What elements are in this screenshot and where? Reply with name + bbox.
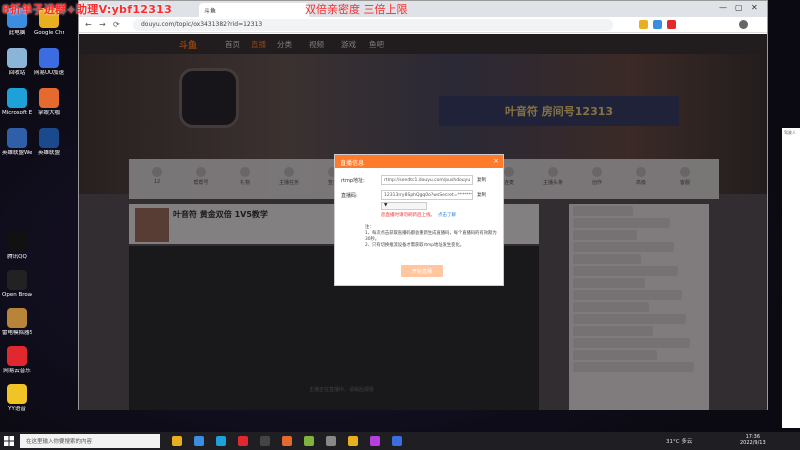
maximize-icon[interactable]: ▢: [735, 3, 743, 12]
douyu-page: 斗鱼 首页 直播 分类 视频 游戏 鱼吧 叶音符 房间号12313 12 帮帮号礼…: [79, 34, 767, 410]
promo-overlay-left: 8折单子进群+助理V:ybf12313: [2, 3, 173, 16]
desktop-icon[interactable]: YY语音: [2, 384, 32, 413]
stream-code-field[interactable]: 12313rry8SphQgq0o?wsSecret=********: [381, 190, 473, 200]
taskbar-app-icon[interactable]: [260, 436, 270, 446]
rtmp-url-field[interactable]: rtmp://sendtc1.douyu.com/pushdouyu: [381, 175, 473, 185]
desktop-icon-label: 网易云音乐: [3, 368, 31, 374]
app-icon: [7, 384, 27, 404]
desktop-icon-label: 掌眼大咖: [37, 110, 60, 116]
browser-tab[interactable]: 斗鱼: [199, 3, 309, 17]
close-icon[interactable]: ✕: [751, 3, 758, 12]
weather-status[interactable]: 31°C 多云: [666, 437, 692, 445]
note-line: 2、只有切换推流设备才需获取rtmp地址发生变化。: [365, 243, 465, 248]
server-select[interactable]: ▼: [381, 202, 427, 210]
extension-icon[interactable]: [639, 20, 648, 29]
app-icon: [39, 88, 59, 108]
profile-avatar-icon[interactable]: [739, 20, 748, 29]
modal-header: 直播信息 ×: [335, 155, 503, 168]
desktop-icon[interactable]: 掌眼大咖: [34, 88, 64, 117]
taskbar-app-icon[interactable]: [348, 436, 358, 446]
modal-notes: 注： 1、每次点击获取直播码都会重新生成直播码，每个直播码的有效期为30秒。 2…: [365, 225, 497, 249]
taskbar-app-icon[interactable]: [194, 436, 204, 446]
desktop-icon-label: Google Chrome: [34, 30, 64, 36]
app-icon: [39, 48, 59, 68]
app-icon: [7, 128, 27, 148]
modal-title: 直播信息: [340, 160, 365, 167]
windows-start-icon[interactable]: [4, 436, 14, 446]
stream-code-label: 直播码:: [341, 193, 358, 199]
desktop-icon-label: Microsoft Edge: [2, 110, 32, 116]
reload-icon[interactable]: ⟳: [113, 20, 120, 29]
url-input[interactable]: douyu.com/topic/ox3431382?rid=12313: [133, 19, 613, 31]
app-icon: [7, 48, 27, 68]
back-icon[interactable]: ←: [85, 20, 92, 29]
start-stream-button[interactable]: 开始直播: [401, 265, 443, 277]
desktop-icon[interactable]: 雷电模拟器SAM机器: [2, 308, 32, 337]
desktop-icon[interactable]: 网易云音乐: [2, 346, 32, 375]
app-icon: [7, 88, 27, 108]
tab-bar: 斗鱼 — ▢ ✕: [79, 1, 767, 17]
desktop-icon-label: 此电脑: [8, 30, 26, 36]
taskbar-app-icon[interactable]: [238, 436, 248, 446]
desktop-icon[interactable]: 英雄联盟: [34, 128, 64, 157]
stream-info-modal: 直播信息 × rtmp地址: rtmp://sendtc1.douyu.com/…: [334, 154, 504, 286]
app-icon: [7, 346, 27, 366]
taskbar-app-icon[interactable]: [304, 436, 314, 446]
desktop-icon-label: 雷电模拟器SAM机器: [2, 330, 32, 336]
address-bar: ← → ⟳ douyu.com/topic/ox3431382?rid=1231…: [79, 17, 767, 33]
forward-icon[interactable]: →: [99, 20, 106, 29]
desktop-icon-label: YY语音: [8, 406, 26, 412]
desktop-icon-label: 网易UU加速器: [34, 70, 64, 76]
desktop-icon[interactable]: 网易UU加速器: [34, 48, 64, 77]
desktop-icon[interactable]: 回收站: [2, 48, 32, 77]
taskbar-app-icon[interactable]: [172, 436, 182, 446]
minimize-icon[interactable]: —: [719, 3, 727, 12]
clock-date: 2022/9/13: [740, 440, 766, 446]
extension-icon[interactable]: [667, 20, 676, 29]
desktop-icon[interactable]: Microsoft Edge: [2, 88, 32, 117]
desktop-icon-label: 腾讯QQ: [7, 254, 27, 260]
desktop-icon-label: 英雄联盟WeGame版: [2, 150, 32, 156]
taskbar-app-icon[interactable]: [282, 436, 292, 446]
taskbar-app-icon[interactable]: [326, 436, 336, 446]
desktop-icon[interactable]: 英雄联盟WeGame版: [2, 128, 32, 157]
copy-rtmp-button[interactable]: 复制: [477, 177, 486, 183]
promo-overlay-right: 双倍亲密度 三倍上限: [305, 3, 408, 16]
app-icon: [7, 270, 27, 290]
taskbar-search-input[interactable]: 在这里输入你要搜索的内容: [20, 434, 160, 448]
rtmp-label: rtmp地址:: [341, 178, 365, 184]
app-icon: [7, 232, 27, 252]
app-icon: [7, 308, 27, 328]
copy-code-button[interactable]: 复制: [477, 192, 486, 198]
desktop-icon[interactable]: Open Broadcast...: [2, 270, 32, 299]
warning-message: 您直播时请勿刷新后上线。: [381, 213, 435, 218]
desktop-icon[interactable]: 腾讯QQ: [2, 232, 32, 261]
learn-more-link[interactable]: 点击了解: [438, 213, 456, 218]
desktop-icon-label: 英雄联盟: [37, 150, 60, 156]
warning-text: 您直播时请勿刷新后上线。 点击了解: [381, 212, 456, 218]
desktop-icon-label: 回收站: [8, 70, 26, 76]
taskbar-app-icon[interactable]: [370, 436, 380, 446]
taskbar: 在这里输入你要搜索的内容 31°C 多云 17:36 2022/9/13: [0, 432, 800, 450]
close-icon[interactable]: ×: [493, 157, 499, 165]
desktop-icon-label: Open Broadcast...: [2, 292, 32, 298]
browser-window: 斗鱼 — ▢ ✕ ← → ⟳ douyu.com/topic/ox3431382…: [78, 0, 768, 410]
extension-icon[interactable]: [653, 20, 662, 29]
note-line: 1、每次点击获取直播码都会重新生成直播码，每个直播码的有效期为30秒。: [365, 231, 497, 242]
side-window-text: 驾驶人: [784, 130, 796, 135]
app-icon: [39, 128, 59, 148]
clock[interactable]: 17:36 2022/9/13: [740, 434, 766, 446]
side-window: 驾驶人: [782, 128, 800, 428]
taskbar-app-icon[interactable]: [216, 436, 226, 446]
taskbar-app-icon[interactable]: [392, 436, 402, 446]
